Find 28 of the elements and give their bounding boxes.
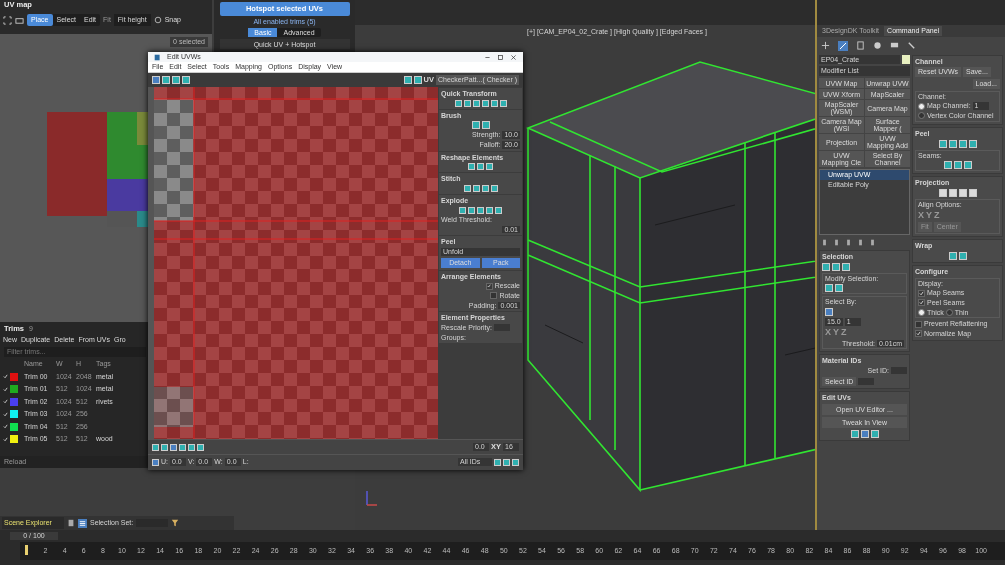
checkbox[interactable] [485, 282, 493, 290]
trim-color-swatch[interactable] [10, 410, 18, 419]
radio-button[interactable] [945, 308, 953, 316]
trim-color-swatch[interactable] [10, 435, 18, 444]
playhead-marker[interactable] [25, 545, 28, 555]
close-icon[interactable] [510, 53, 517, 61]
axis-gizmo-icon [366, 490, 378, 506]
trim-color-swatch[interactable] [10, 422, 18, 431]
radio-button[interactable] [918, 308, 925, 316]
checkbox[interactable] [915, 330, 922, 338]
app-icon [154, 53, 161, 61]
radio-button[interactable] [918, 112, 925, 120]
trim-color-swatch[interactable] [10, 372, 18, 381]
frame-icon[interactable] [3, 15, 12, 25]
trim-color-swatch[interactable] [10, 385, 18, 394]
refresh-icon[interactable] [153, 16, 162, 25]
list-icon[interactable] [78, 518, 87, 528]
checkbox[interactable] [918, 299, 925, 307]
modify-icon[interactable] [838, 40, 848, 51]
plus-icon[interactable] [821, 41, 830, 51]
trim-color-swatch[interactable] [10, 397, 18, 406]
checkbox[interactable] [915, 320, 922, 328]
checkbox[interactable] [490, 292, 498, 300]
object-color-swatch[interactable] [902, 54, 910, 65]
radio-button[interactable] [918, 102, 925, 110]
filter-icon[interactable] [171, 519, 180, 527]
maximize-icon[interactable] [497, 53, 504, 61]
checkbox[interactable] [918, 289, 925, 297]
